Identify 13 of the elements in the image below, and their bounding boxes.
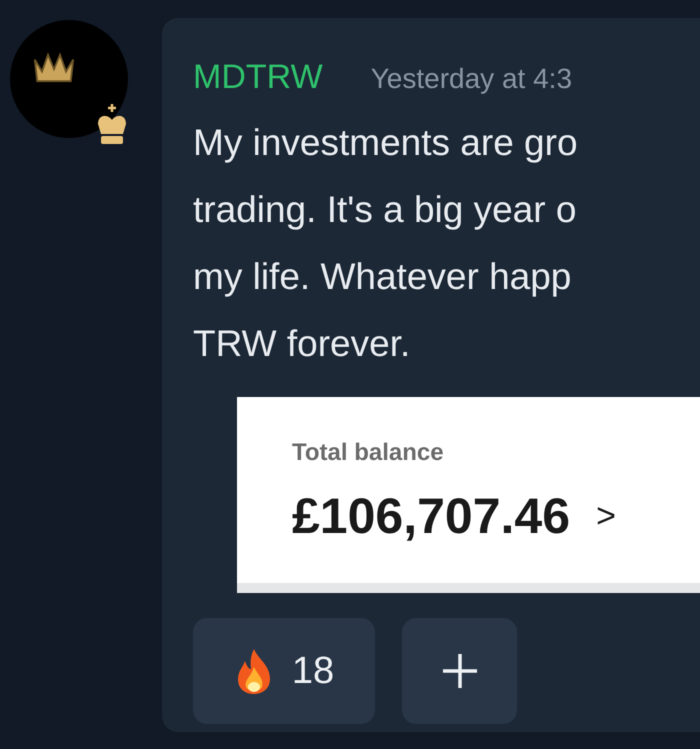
message-text: trading. It's a big year o <box>193 188 578 232</box>
timestamp: Yesterday at 4:3 <box>370 62 572 96</box>
message-text: my life. Whatever happ <box>193 255 572 299</box>
chevron[interactable]: > <box>596 491 616 542</box>
add-reaction-button[interactable] <box>402 618 517 724</box>
balance-amount: £106,707.46 <box>292 487 570 546</box>
plus-icon <box>440 652 478 690</box>
reaction-button[interactable]: 18 <box>193 618 375 724</box>
author-name[interactable]: MDTRW <box>193 52 323 103</box>
message-text: TRW forever. <box>193 322 412 366</box>
balance-label: Total balance <box>292 438 445 468</box>
king-badge-icon <box>95 102 129 146</box>
message-text: My investments are gro <box>193 121 579 165</box>
